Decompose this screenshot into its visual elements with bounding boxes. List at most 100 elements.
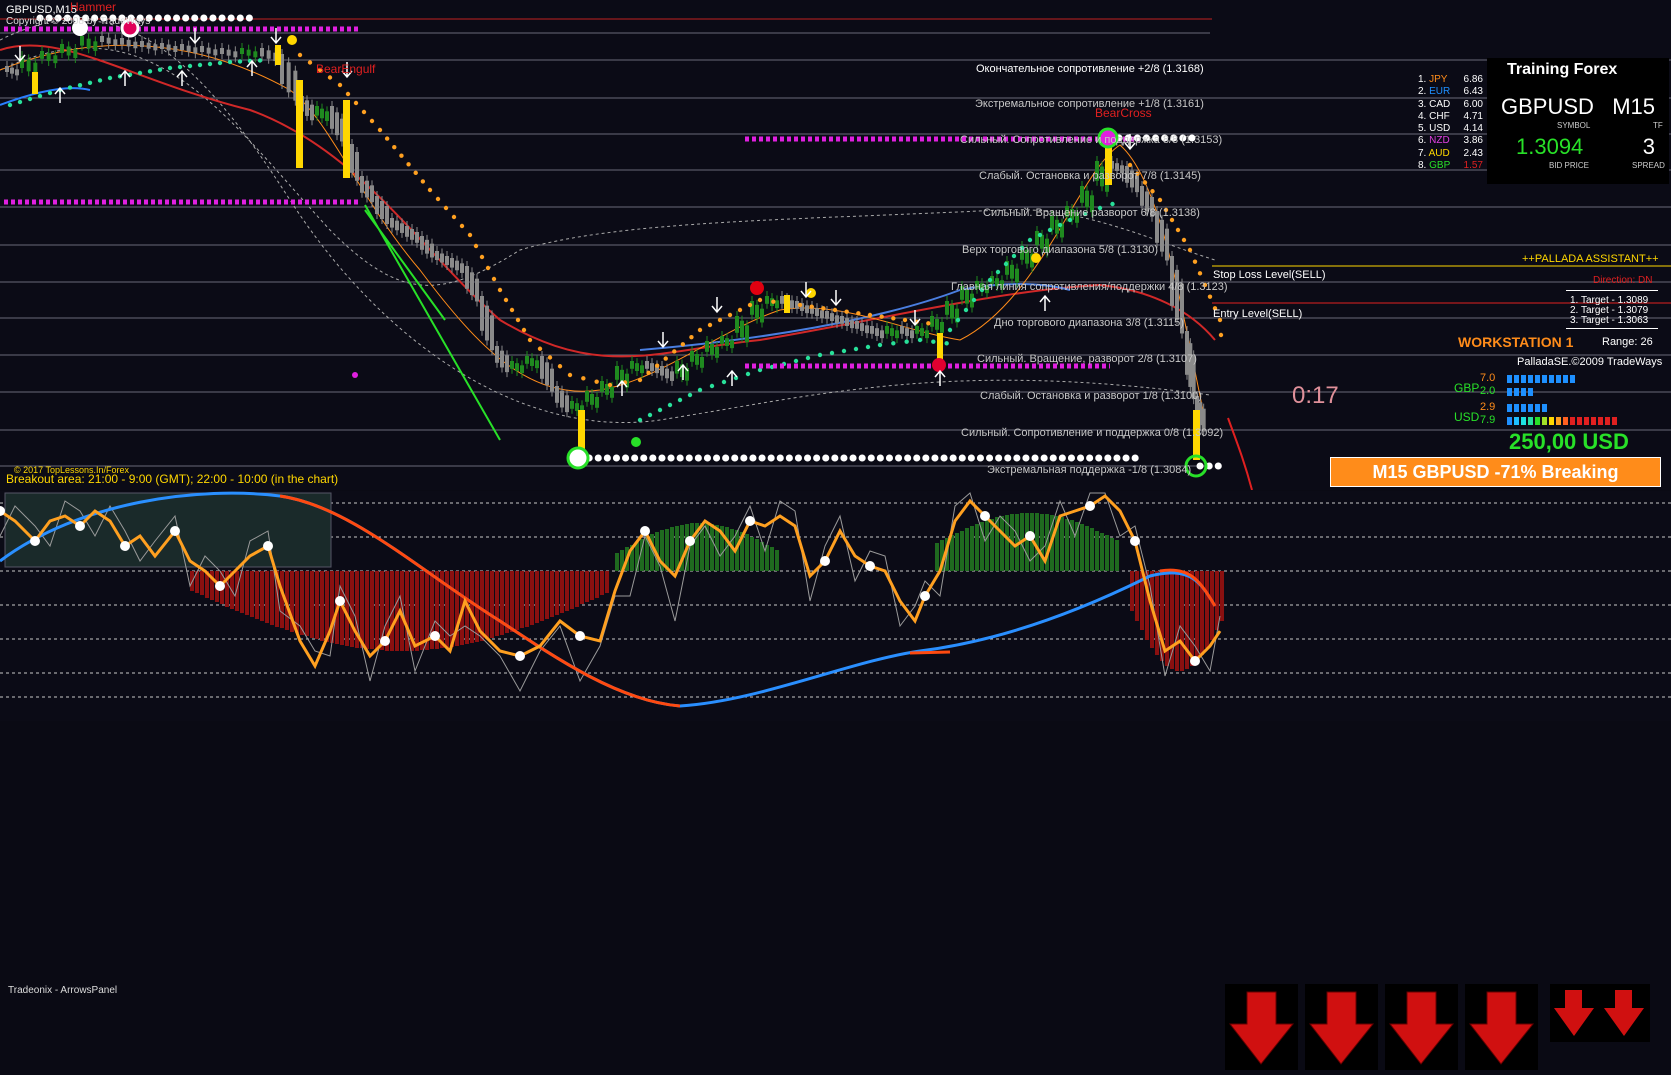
candle-body bbox=[550, 368, 554, 392]
trend-dot bbox=[904, 339, 909, 344]
trend-dot bbox=[384, 136, 390, 141]
candle-body bbox=[775, 300, 779, 309]
trend-dot bbox=[47, 90, 53, 96]
osc-dot bbox=[515, 651, 525, 661]
trend-dot bbox=[689, 334, 694, 340]
murrey-level-label: Экстремальное сопротивление +1/8 (1.3161… bbox=[975, 98, 1204, 110]
histogram-bar bbox=[535, 571, 539, 623]
histogram-bar bbox=[1085, 526, 1089, 571]
candle-body bbox=[585, 391, 589, 402]
histogram-bar bbox=[615, 553, 619, 571]
candle-body bbox=[146, 42, 151, 49]
trend-dot bbox=[67, 85, 73, 90]
osc-dot bbox=[745, 516, 755, 526]
price-chart[interactable]: GBPUSD,M15 Copyright © 2008 by TradeWays… bbox=[0, 0, 1671, 491]
trend-dot bbox=[832, 307, 838, 313]
trend-dot bbox=[757, 297, 763, 303]
workstation-label: WORKSTATION 1 bbox=[1458, 334, 1574, 350]
candle-body bbox=[385, 206, 389, 224]
trend-dot bbox=[27, 96, 33, 102]
candle-body bbox=[650, 363, 654, 371]
murrey-level-label: Окончательное сопротивление +2/8 (1.3168… bbox=[976, 63, 1204, 75]
murrey-level-label: Слабый. Остановка и разворот 7/8 (1.3145… bbox=[979, 170, 1201, 182]
trend-dot bbox=[1057, 222, 1063, 228]
trend-dot bbox=[879, 314, 884, 319]
candle-body bbox=[925, 330, 929, 339]
histogram-bar bbox=[540, 571, 544, 621]
trend-dot bbox=[697, 327, 703, 333]
arrows-panel-label: Tradeonix - ArrowsPanel bbox=[8, 985, 118, 996]
currency-strength-value: 4.71 bbox=[1463, 110, 1483, 122]
candle-body bbox=[180, 44, 184, 50]
candle-body bbox=[765, 296, 769, 304]
oscillator-panel[interactable]: Tradeonix - ArrowsPanel bbox=[0, 491, 1671, 1070]
trend-dot bbox=[1197, 271, 1203, 276]
candle-body bbox=[435, 251, 439, 260]
trend-dot bbox=[971, 297, 977, 303]
histogram-bar bbox=[485, 571, 489, 639]
osc-dot bbox=[380, 636, 390, 646]
trend-dot bbox=[607, 382, 613, 388]
murrey-level-label: Дно торгового диапазона 3/8 (1.3115) bbox=[994, 317, 1184, 329]
trend-dot bbox=[399, 153, 404, 158]
candle-body bbox=[535, 360, 539, 369]
candle-body bbox=[525, 356, 529, 364]
meter-cell bbox=[1570, 417, 1575, 425]
histogram-bar bbox=[320, 571, 324, 641]
down-arrow-box-4 bbox=[1465, 984, 1538, 1070]
currency-strength-value: 6.86 bbox=[1463, 74, 1483, 85]
trend-dot bbox=[821, 306, 826, 311]
candle-body bbox=[545, 362, 549, 386]
trend-dot bbox=[829, 350, 835, 356]
candle-body bbox=[73, 49, 78, 58]
candle-body bbox=[1165, 228, 1169, 261]
trend-dot bbox=[527, 337, 533, 343]
meter-cell bbox=[1549, 375, 1554, 383]
histogram-bar bbox=[1175, 571, 1179, 671]
currency-rank-name: 7. AUD bbox=[1418, 147, 1450, 159]
currency-strength-value: 6.00 bbox=[1463, 98, 1483, 110]
candle-body bbox=[600, 381, 604, 392]
murrey-level-label: Слабый. Остановка и разворот 1/8 (1.3100… bbox=[980, 390, 1202, 402]
panel-symbol: GBPUSD bbox=[1501, 94, 1594, 119]
trend-dot bbox=[717, 317, 723, 323]
osc-dot bbox=[1025, 531, 1035, 541]
candle-body bbox=[350, 144, 354, 173]
trend-dot bbox=[856, 311, 861, 316]
meter-cell bbox=[1577, 417, 1582, 425]
magenta-zones bbox=[4, 26, 1140, 369]
usd-strength-label: USD bbox=[1454, 410, 1480, 424]
candle-body bbox=[266, 50, 271, 59]
target-3: 3. Target - 1.3063 bbox=[1570, 315, 1649, 326]
histogram-bar bbox=[1095, 531, 1099, 571]
candle-body bbox=[395, 220, 399, 231]
candle-body bbox=[940, 322, 944, 333]
currency-rank-name: 2. EUR bbox=[1418, 86, 1451, 98]
candle-body bbox=[595, 397, 599, 408]
trend-dot bbox=[867, 312, 873, 318]
candle-body bbox=[830, 313, 834, 321]
down-arrow-icon bbox=[1388, 991, 1455, 1065]
candle-body bbox=[920, 328, 924, 336]
down-arrow-icon bbox=[1468, 991, 1535, 1065]
candle-body bbox=[470, 272, 474, 296]
histogram-bar bbox=[1105, 535, 1109, 571]
sell-arrow-icon bbox=[657, 332, 669, 349]
candle-timer: 0:17 bbox=[1292, 382, 1339, 409]
candle-body bbox=[730, 340, 734, 349]
histogram-bar bbox=[1060, 517, 1064, 571]
candle-body bbox=[495, 346, 499, 363]
candle-body bbox=[206, 47, 211, 54]
candle-body bbox=[5, 66, 9, 72]
osc-dot bbox=[1130, 536, 1140, 546]
candle-body bbox=[660, 366, 664, 376]
candle-body bbox=[325, 111, 329, 121]
trend-dot bbox=[707, 322, 713, 328]
candle-body bbox=[375, 196, 379, 214]
histogram-bar bbox=[490, 571, 494, 638]
trend-dot bbox=[17, 99, 23, 105]
trend-dot bbox=[745, 371, 751, 377]
trend-dot bbox=[955, 317, 961, 323]
trend-dot bbox=[77, 83, 83, 88]
trend-dot bbox=[637, 377, 643, 383]
